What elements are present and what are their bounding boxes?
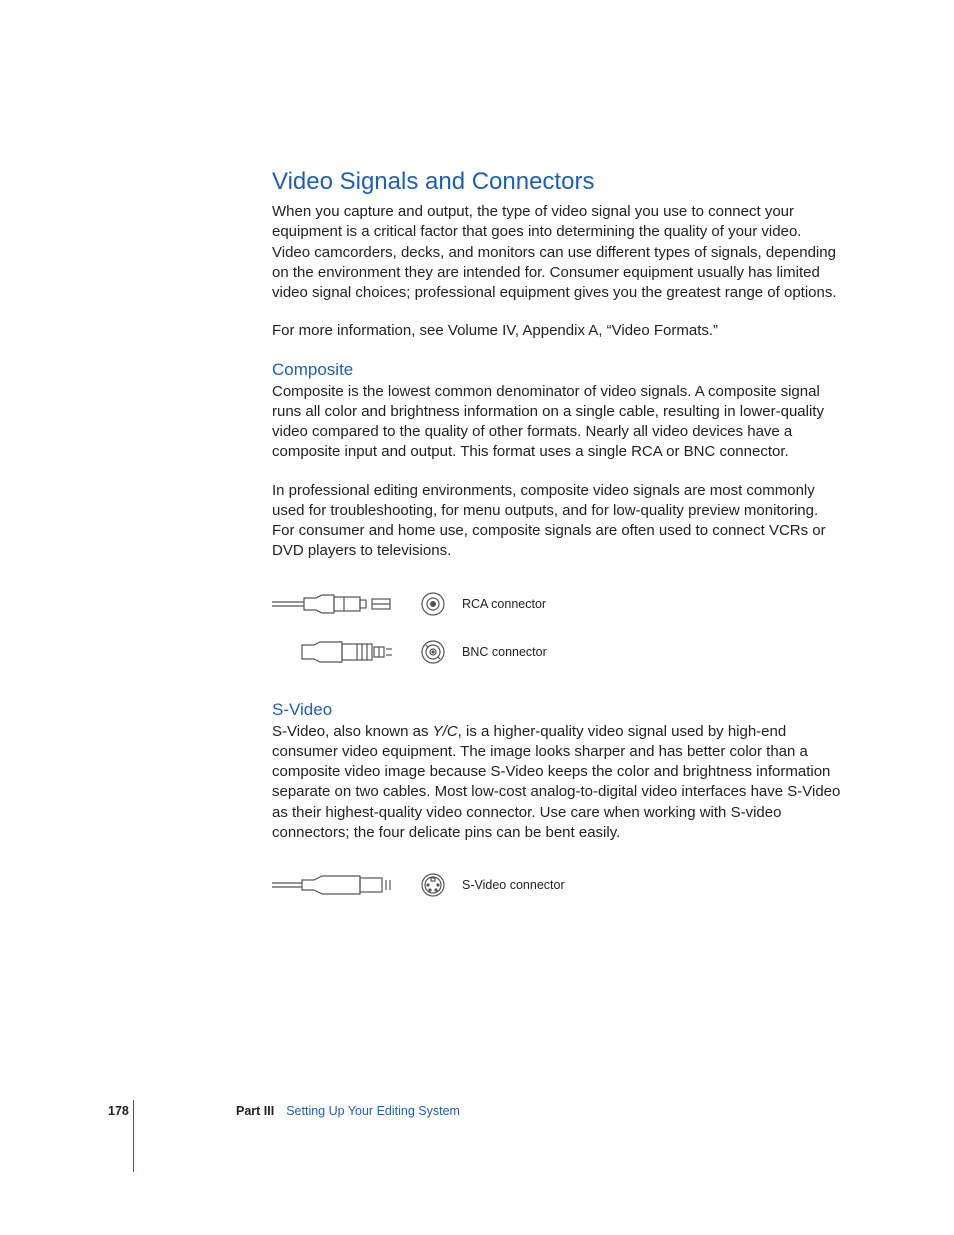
rca-connector-row: RCA connector: [272, 580, 842, 628]
bnc-connector-label: BNC connector: [454, 645, 547, 659]
svideo-paragraph-1: S-Video, also known as Y/C, is a higher-…: [272, 722, 842, 844]
composite-heading: Composite: [272, 360, 842, 380]
bnc-connector-row: BNC connector: [272, 628, 842, 676]
content-column: Video Signals and Connectors When you ca…: [272, 168, 842, 933]
section-heading: Video Signals and Connectors: [272, 168, 842, 196]
page-number: 178: [108, 1104, 236, 1118]
svideo-p1-em: Y/C: [433, 723, 458, 740]
svideo-connectors: S-Video connector: [272, 861, 842, 909]
composite-connectors: RCA connector: [272, 580, 842, 676]
svideo-face-icon: [412, 872, 454, 898]
svideo-connector-row: S-Video connector: [272, 861, 842, 909]
rca-face-icon: [412, 591, 454, 617]
svideo-connector-label: S-Video connector: [454, 878, 565, 892]
svideo-p1-pre: S-Video, also known as: [272, 723, 433, 740]
rca-connector-label: RCA connector: [454, 597, 546, 611]
svideo-heading: S-Video: [272, 700, 842, 720]
rca-cable-icon: [272, 591, 412, 617]
footer-part: Part III: [236, 1104, 274, 1118]
page-footer: 178 Part III Setting Up Your Editing Syst…: [108, 1104, 460, 1118]
composite-paragraph-2: In professional editing environments, co…: [272, 481, 842, 562]
bnc-cable-icon: [272, 637, 412, 667]
composite-paragraph-1: Composite is the lowest common denominat…: [272, 382, 842, 463]
footer-title: Setting Up Your Editing System: [286, 1104, 460, 1118]
page: Video Signals and Connectors When you ca…: [0, 0, 954, 1235]
intro-paragraph-1: When you capture and output, the type of…: [272, 202, 842, 303]
svideo-p1-post: , is a higher-quality video signal used …: [272, 723, 840, 841]
svideo-cable-icon: [272, 872, 412, 898]
bnc-face-icon: [412, 639, 454, 665]
intro-paragraph-2: For more information, see Volume IV, App…: [272, 321, 842, 341]
